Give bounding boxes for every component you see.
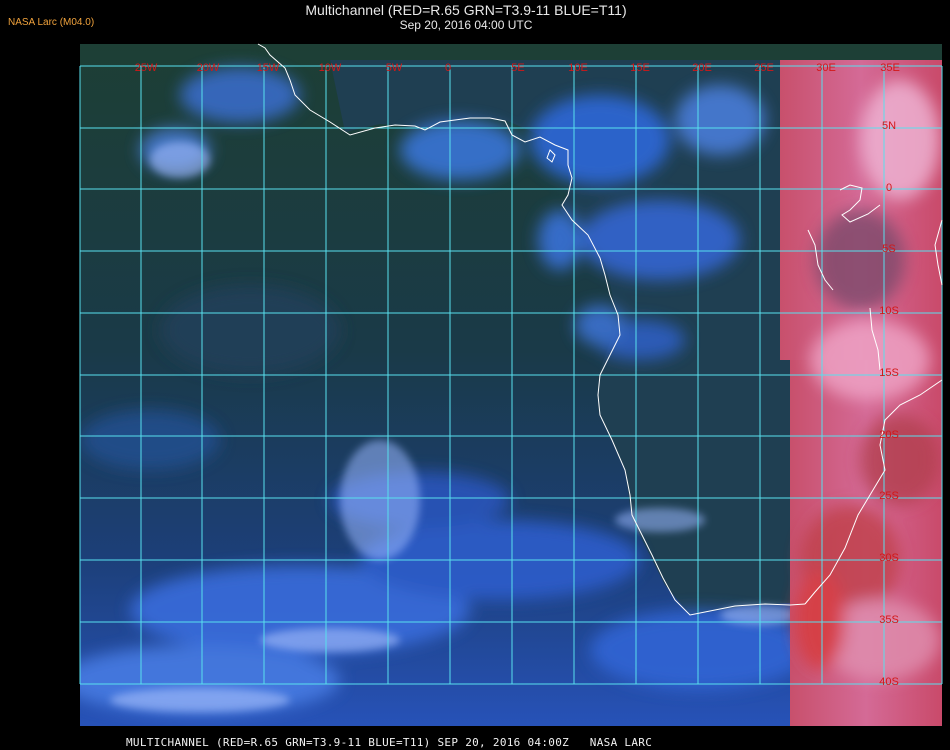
- lon-label: 30E: [816, 62, 836, 74]
- lat-label: 25S: [879, 490, 899, 502]
- lon-label: 15W: [257, 62, 280, 74]
- lat-label: 30S: [879, 552, 899, 564]
- lon-label: 25W: [135, 62, 158, 74]
- lon-label: 10E: [568, 62, 588, 74]
- lon-label: 20W: [197, 62, 220, 74]
- lon-label: 10W: [319, 62, 342, 74]
- lat-label: 15S: [879, 367, 899, 379]
- lat-label: 40S: [879, 676, 899, 688]
- lat-label: 5S: [882, 243, 895, 255]
- lat-label: 5N: [882, 120, 896, 132]
- lon-label: 35E: [880, 62, 900, 74]
- lon-label: 0: [445, 62, 451, 74]
- lon-label: 15E: [630, 62, 650, 74]
- satellite-image: 25W 20W 15W 10W 5W 0 5E 10E 15E 20E 25E 30E 35E 5N 0 5S…: [79, 43, 943, 726]
- imagery-layer: [80, 44, 942, 726]
- lon-label: 20E: [692, 62, 712, 74]
- lon-label: 25E: [754, 62, 774, 74]
- lat-label: 0: [886, 182, 892, 194]
- lon-label: 5W: [386, 62, 403, 74]
- lat-label: 20S: [879, 429, 899, 441]
- lon-label: 5E: [511, 62, 524, 74]
- lat-label: 35S: [879, 614, 899, 626]
- footer-caption: MULTICHANNEL (RED=R.65 GRN=T3.9-11 BLUE=…: [126, 736, 653, 749]
- lat-label: 10S: [879, 305, 899, 317]
